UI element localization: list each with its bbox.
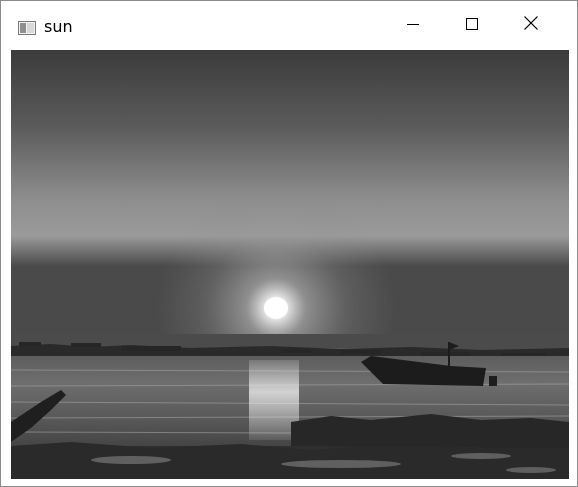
maximize-button[interactable] — [442, 1, 502, 48]
window-title: sun — [44, 17, 73, 36]
minimize-icon — [407, 15, 419, 34]
title-bar[interactable]: sun — [1, 1, 577, 48]
maximize-icon — [466, 15, 478, 34]
sunset-photo — [11, 50, 569, 479]
close-icon — [524, 15, 538, 34]
rock-flat — [291, 414, 569, 448]
window-app-icon — [18, 20, 36, 35]
close-button[interactable] — [501, 1, 561, 48]
minimize-button[interactable] — [383, 1, 443, 48]
sun-glow — [11, 190, 569, 350]
sun — [264, 297, 288, 319]
app-window: sun — [0, 0, 578, 487]
image-canvas — [11, 50, 569, 479]
